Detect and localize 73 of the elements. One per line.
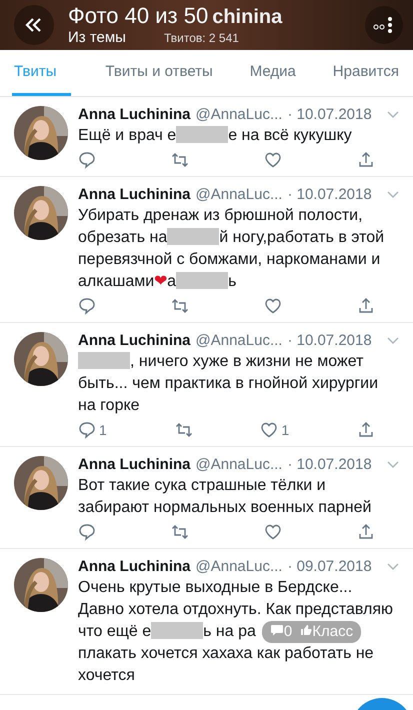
author-name: Anna Luchinina: [78, 558, 190, 575]
author-name: Anna Luchinina: [78, 456, 190, 473]
tweet-date: · 10.07.2018: [287, 456, 372, 473]
share-button[interactable]: [356, 421, 375, 439]
retweet-icon: [174, 421, 193, 439]
heart-icon: [264, 523, 282, 541]
like-button[interactable]: Класс: [300, 621, 354, 643]
share-button[interactable]: [357, 523, 375, 541]
author-name: Anna Luchinina: [78, 186, 190, 203]
author-handle: @AnnaLuc...: [196, 186, 282, 203]
menu-button[interactable]: [365, 6, 403, 44]
reply-icon: [78, 297, 96, 315]
tweet-text: Очень крутые выходные в Бердске... Давно хотела отдохнуть. Как представляю что ещё е ь на ра 0 Класс плакать хочется хахаха как работать не хочется: [78, 578, 394, 686]
tweet-date: · 09.07.2018: [287, 558, 372, 575]
share-button[interactable]: [357, 151, 375, 169]
tweet-text: Вот такие сука страшные тёлки и забирают нормальных военных парней: [78, 476, 372, 518]
retweet-button[interactable]: [171, 523, 189, 541]
reply-icon: [78, 523, 96, 541]
tab[interactable]: Медиа: [248, 50, 298, 96]
retweet-icon: [171, 297, 189, 315]
heart-icon: [264, 151, 282, 169]
retweet-button[interactable]: [171, 297, 189, 315]
share-button[interactable]: [357, 297, 375, 315]
author-handle: @AnnaLuc...: [196, 558, 282, 575]
share-icon: [357, 151, 375, 169]
author-handle: @AnnaLuc...: [196, 106, 282, 123]
photo-counter: Фото 40 из 50: [68, 4, 208, 28]
author-name: Anna Luchinina: [78, 106, 190, 123]
tweet-date: · 10.07.2018: [287, 186, 372, 203]
like-button[interactable]: 1: [260, 421, 290, 439]
reply-button[interactable]: 1: [78, 421, 107, 439]
retweet-button[interactable]: [174, 421, 193, 439]
tweet-text: Ещё и врач е е на всё кукушку: [78, 125, 353, 146]
like-button[interactable]: [264, 151, 282, 169]
tweet-text: , ничего хуже в жизни не может быть... чем практика в гнойной хирургии на горке: [78, 351, 380, 416]
retweet-button[interactable]: [171, 151, 189, 169]
heart-icon: [264, 297, 282, 315]
back-arrow-icon: [24, 17, 44, 33]
tweet-text: Убирать дренаж из брюшной полости, обрезать на й ногу,работать в этой перевязчной с бомжами, наркоманами и алкашами❤а ь: [78, 206, 386, 292]
tab[interactable]: Твиты и ответы: [103, 50, 215, 96]
share-icon: [357, 297, 375, 315]
author-handle: @AnnaLuc...: [196, 332, 282, 349]
tab[interactable]: Твиты: [12, 50, 71, 96]
censor-blur: [167, 228, 220, 245]
censor-blur: [176, 272, 228, 289]
profile-name: chinina: [212, 6, 282, 29]
censor-blur: [176, 126, 228, 143]
censor-blur: [78, 352, 130, 369]
author-name: Anna Luchinina: [78, 332, 190, 349]
share-icon: [356, 421, 375, 439]
censor-blur: [151, 622, 204, 639]
back-button[interactable]: [14, 5, 54, 45]
tweet-date: · 10.07.2018: [287, 332, 372, 349]
tab[interactable]: Нравится: [330, 50, 401, 96]
retweet-icon: [171, 523, 189, 541]
comment-count[interactable]: 0: [270, 621, 292, 643]
reply-icon: [78, 151, 96, 169]
retweet-icon: [171, 151, 189, 169]
tweet-count: Твитов: 2 541: [164, 31, 239, 45]
comment-icon: [270, 624, 284, 636]
like-button[interactable]: [264, 523, 282, 541]
album-subtitle: Из темы: [68, 29, 126, 46]
share-icon: [357, 523, 375, 541]
reply-icon: [78, 421, 96, 439]
reply-button[interactable]: [78, 151, 96, 169]
menu-dots-icon: [373, 17, 395, 33]
heart-icon: [260, 421, 278, 439]
like-button[interactable]: [264, 297, 282, 315]
tweet-date: · 10.07.2018: [287, 106, 372, 123]
thumbs-up-icon: [300, 624, 312, 636]
author-handle: @AnnaLuc...: [196, 456, 282, 473]
reply-button[interactable]: [78, 297, 96, 315]
reply-button[interactable]: [78, 523, 96, 541]
